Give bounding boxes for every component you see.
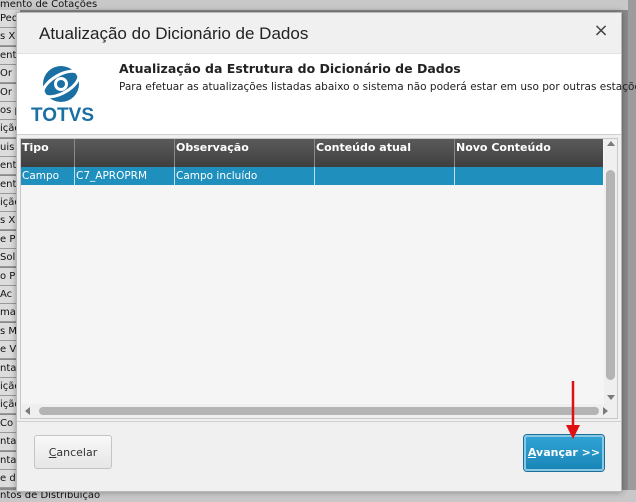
scroll-right-icon[interactable] — [603, 407, 608, 415]
horizontal-scrollbar[interactable] — [21, 404, 617, 418]
cell-novo-conteudo — [455, 167, 603, 185]
cell-conteudo-atual — [315, 167, 455, 185]
cell-field: C7_APROPRM — [75, 167, 175, 185]
grid-header: Tipo Observação Conteúdo atual Novo Cont… — [21, 139, 603, 167]
column-header-novo-conteudo[interactable]: Novo Conteúdo — [455, 139, 603, 167]
totvs-logo: TOTVS — [31, 64, 94, 126]
column-header-observacao[interactable]: Observação — [175, 139, 315, 167]
scroll-up-icon[interactable] — [607, 141, 615, 146]
scroll-down-icon[interactable] — [607, 395, 615, 400]
dialog-header: TOTVS Atualização da Estrutura do Dicion… — [17, 53, 636, 135]
cell-tipo: Campo — [21, 167, 75, 185]
annotation-arrow-icon — [566, 381, 580, 439]
cell-observacao: Campo incluído — [175, 167, 315, 185]
column-header-field[interactable] — [75, 139, 175, 167]
background-app-top: mento de Cotações — [0, 0, 636, 10]
vertical-scrollbar[interactable] — [604, 139, 617, 404]
table-row[interactable]: Campo C7_APROPRM Campo incluído — [21, 167, 603, 185]
close-icon[interactable]: × — [591, 21, 611, 41]
next-button-label: Avançar >> — [527, 446, 601, 459]
dialog-titlebar: Atualização do Dicionário de Dados × — [17, 13, 621, 53]
logo-text: TOTVS — [31, 105, 94, 126]
header-title: Atualização da Estrutura do Dicionário d… — [119, 61, 461, 76]
cancel-button-label: Cancelar — [48, 446, 98, 459]
scroll-left-icon[interactable] — [25, 407, 30, 415]
dictionary-update-dialog: Atualização do Dicionário de Dados × TOT… — [16, 12, 636, 492]
background-app-right-edge — [628, 0, 636, 502]
vertical-scroll-thumb[interactable] — [606, 170, 615, 380]
totvs-logo-icon — [41, 66, 81, 102]
horizontal-scroll-thumb[interactable] — [39, 407, 599, 415]
column-header-conteudo-atual[interactable]: Conteúdo atual — [315, 139, 455, 167]
update-list-grid[interactable]: Tipo Observação Conteúdo atual Novo Cont… — [20, 138, 618, 419]
footer-divider — [17, 421, 621, 422]
cancel-button[interactable]: Cancelar — [34, 435, 112, 469]
header-subtitle: Para efetuar as atualizações listadas ab… — [119, 81, 636, 93]
dialog-title: Atualização do Dicionário de Dados — [39, 24, 309, 43]
column-header-tipo[interactable]: Tipo — [21, 139, 75, 167]
